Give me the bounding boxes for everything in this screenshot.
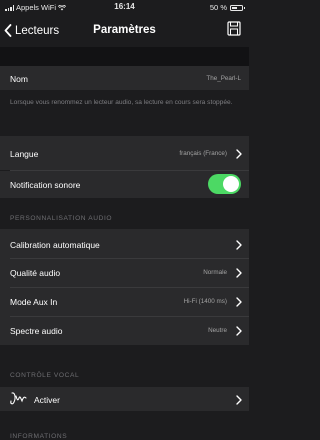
chevron-right-icon <box>236 268 242 278</box>
audio-settings-group: Calibration automatique Qualité audio No… <box>0 229 249 345</box>
spectrum-value: Neutre <box>208 327 227 334</box>
save-icon <box>227 21 241 36</box>
navigation-bar: Lecteurs Paramètres <box>0 15 249 47</box>
audio-section-header: PERSONNALISATION AUDIO <box>0 198 249 229</box>
rename-note-block: Lorsque vous renommez un lecteur audio, … <box>0 90 249 136</box>
chevron-right-icon <box>236 326 242 336</box>
status-bar: Appels WiFi 16:14 50 % <box>0 0 249 15</box>
page-title: Paramètres <box>93 24 156 36</box>
voice-section-header: CONTRÔLE VOCAL <box>0 345 249 387</box>
aux-mode-label: Mode Aux In <box>10 297 58 307</box>
audio-item-aux-mode[interactable]: Mode Aux In Hi-Fi (1400 ms) <box>0 288 249 316</box>
aux-mode-value: Hi-Fi (1400 ms) <box>183 298 227 305</box>
notification-toggle[interactable] <box>208 174 241 194</box>
voice-activate-row[interactable]: Activer <box>0 387 249 411</box>
chevron-right-icon <box>236 240 242 250</box>
chevron-right-icon <box>236 395 242 405</box>
section-spacer <box>0 47 249 66</box>
language-value: français (France) <box>179 150 227 157</box>
rename-note: Lorsque vous renommez un lecteur audio, … <box>10 99 233 106</box>
audio-item-quality[interactable]: Qualité audio Normale <box>0 259 249 287</box>
audio-item-spectrum[interactable]: Spectre audio Neutre <box>0 317 249 345</box>
language-label: Langue <box>10 149 39 159</box>
save-button[interactable] <box>227 21 241 41</box>
battery-icon <box>230 4 245 11</box>
voice-service-logo-icon <box>10 392 27 405</box>
quality-label: Qualité audio <box>10 268 61 278</box>
voice-section-title: CONTRÔLE VOCAL <box>10 372 80 379</box>
battery-indicator: 50 % <box>209 3 245 12</box>
name-label: Nom <box>10 74 28 84</box>
quality-value: Normale <box>203 269 227 276</box>
audio-section-title: PERSONNALISATION AUDIO <box>10 215 113 222</box>
notification-row: Notification sonore <box>0 171 249 198</box>
activate-label: Activer <box>34 395 60 405</box>
battery-percent: 50 % <box>209 3 227 12</box>
info-section-header: INFORMATIONS <box>0 411 249 440</box>
info-section-title: INFORMATIONS <box>10 433 68 440</box>
spectrum-label: Spectre audio <box>10 326 63 336</box>
name-value: The_Pearl-L <box>206 75 241 82</box>
audio-item-calibration[interactable]: Calibration automatique <box>0 229 249 258</box>
language-row[interactable]: Langue français (France) <box>0 136 249 170</box>
name-row[interactable]: Nom The_Pearl-L <box>0 66 249 90</box>
notification-label: Notification sonore <box>10 180 81 190</box>
chevron-right-icon <box>236 297 242 307</box>
calibration-label: Calibration automatique <box>10 240 100 250</box>
chevron-right-icon <box>236 149 242 159</box>
